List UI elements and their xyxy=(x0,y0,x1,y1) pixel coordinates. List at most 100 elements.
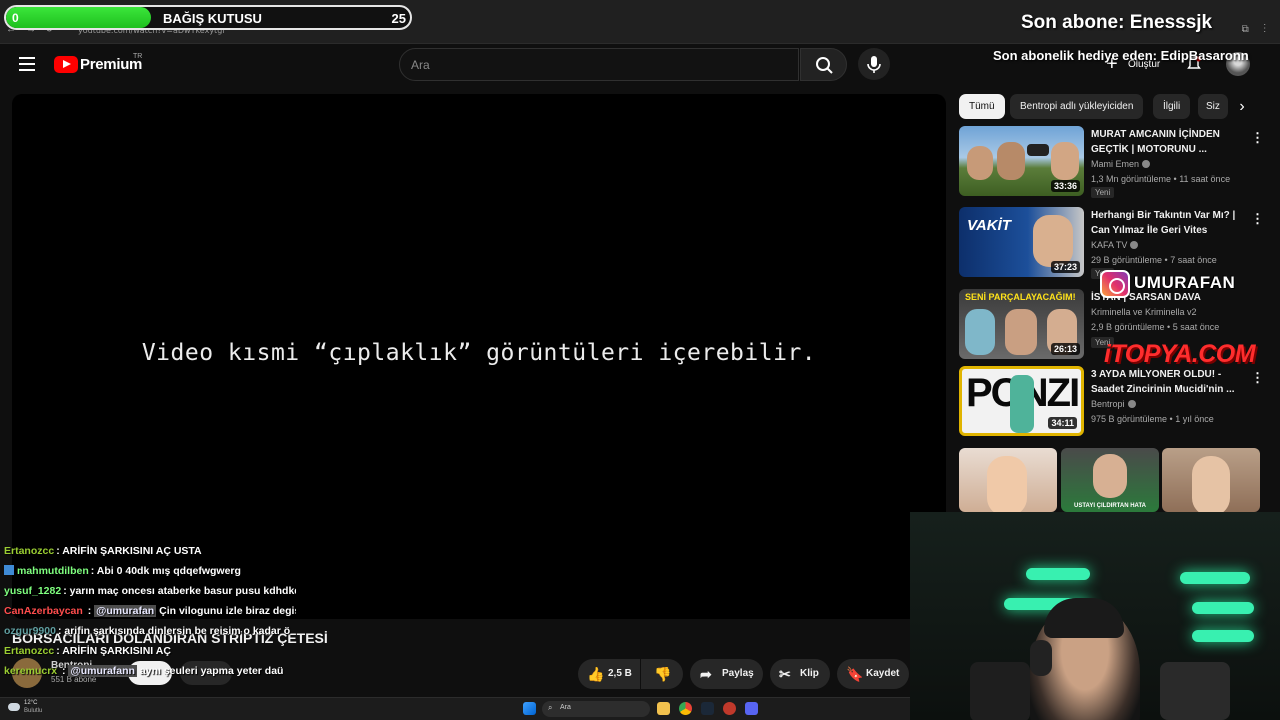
chat-username: keremucrx xyxy=(4,665,58,677)
thumbnail-text: VAKİT xyxy=(967,217,1011,234)
shorts-thumbnail[interactable] xyxy=(1162,448,1260,512)
bookmark-icon: 🔖 xyxy=(846,666,864,682)
more-options-icon[interactable]: ⋮ xyxy=(1251,370,1264,386)
recommendation-channel[interactable]: Kriminella ve Kriminella v2 xyxy=(1091,307,1197,317)
menu-icon[interactable] xyxy=(19,57,35,71)
donation-current: 0 xyxy=(12,11,19,25)
voice-search-button[interactable] xyxy=(858,48,890,80)
chat-badge-icon xyxy=(4,565,14,575)
taskbar-search-label: Ara xyxy=(560,704,571,711)
donation-progress-bar: 0 BAĞIŞ KUTUSU 25 xyxy=(4,5,412,30)
video-thumbnail[interactable]: 33:36 xyxy=(959,126,1084,196)
recommendation-channel[interactable]: KAFA TV xyxy=(1091,240,1139,250)
more-options-icon[interactable]: ⋮ xyxy=(1251,130,1264,146)
recommendation-item[interactable]: 33:36 MURAT AMCANIN İÇİNDEN GEÇTİK | MOT… xyxy=(959,126,1264,198)
chat-text: Çin vilogunu izle biraz degisil xyxy=(156,605,296,617)
chat-message: Ertanozcc: ARİFİN ŞARKISINI AÇ USTA xyxy=(4,544,296,564)
save-button[interactable]: 🔖 Kaydet xyxy=(837,659,909,689)
save-label: Kaydet xyxy=(866,668,900,679)
donation-progress-fill xyxy=(6,7,152,28)
recommendation-channel[interactable]: Bentropi xyxy=(1091,399,1136,409)
search-input[interactable]: Ara xyxy=(399,48,799,81)
instagram-icon xyxy=(1100,270,1130,298)
share-icon: ➦ xyxy=(700,666,712,682)
instagram-overlay: UMURAFAN xyxy=(1100,270,1260,298)
chat-text: : yarın maç oncesı ataberke basur pusu k… xyxy=(63,585,296,597)
more-options-icon[interactable]: ⋮ xyxy=(1251,211,1264,227)
video-duration: 34:11 xyxy=(1048,417,1077,429)
search-button[interactable] xyxy=(800,48,847,81)
chat-username: CanAzerbaycan xyxy=(4,605,83,617)
channel-name-text: KAFA TV xyxy=(1091,240,1128,250)
discord-icon[interactable] xyxy=(745,702,758,715)
share-label: Paylaş xyxy=(722,668,754,679)
video-thumbnail[interactable]: VAKİT 37:23 xyxy=(959,207,1084,277)
chat-message: keremucrx : @umurafann aynı şeuleri yapm… xyxy=(4,665,284,677)
thumbs-up-icon: 👍 xyxy=(587,666,605,682)
chat-message: CanAzerbaycan : @umurafan Çin vilogunu i… xyxy=(4,604,296,624)
verified-icon xyxy=(1142,160,1151,168)
video-thumbnail[interactable]: SENİ PARÇALAYACAĞIM! 26:13 xyxy=(959,289,1084,359)
recommendation-meta: 2,9 B görüntüleme • 5 saat önce xyxy=(1091,322,1220,332)
browser-extensions[interactable]: ⧉ ⋮ xyxy=(1242,24,1272,35)
last-subscriber-overlay: Son abone: Enesssjk xyxy=(1021,12,1213,33)
windows-start-icon[interactable] xyxy=(523,702,536,715)
recommendation-channel[interactable]: Mami Emen xyxy=(1091,159,1151,169)
like-button[interactable]: 👍 2,5 B xyxy=(578,659,640,689)
recommendation-title[interactable]: 3 AYDA MİLYONER OLDU! - Saadet Zincirini… xyxy=(1091,367,1241,397)
thumbs-down-icon: 👎 xyxy=(654,666,672,682)
headset xyxy=(1030,640,1052,676)
search-icon: ⌕ xyxy=(548,703,553,712)
region-code: TR xyxy=(133,53,143,60)
chat-username: Ertanozcc xyxy=(4,545,55,557)
stream-chat-overlay: Ertanozcc: ARİFİN ŞARKISINI AÇ USTA mahm… xyxy=(4,544,296,684)
video-duration: 37:23 xyxy=(1050,261,1080,273)
app-icon[interactable] xyxy=(723,702,736,715)
clip-label: Klip xyxy=(800,668,819,679)
search-icon xyxy=(816,57,833,74)
chip-you[interactable]: Siz xyxy=(1198,94,1228,119)
recommendation-item[interactable]: PONZI 34:11 3 AYDA MİLYONER OLDU! - Saad… xyxy=(959,366,1264,438)
dislike-button[interactable]: 👎 xyxy=(641,659,683,689)
weather-temperature: 12°C xyxy=(24,700,38,706)
shorts-caption: USTAYI ÇILDIRTAN HATA xyxy=(1074,503,1146,509)
verified-icon xyxy=(1130,241,1139,249)
recommendation-meta: 29 B görüntüleme • 7 saat önce xyxy=(1091,255,1217,265)
chip-all[interactable]: Tümü xyxy=(959,94,1005,119)
sponsor-logo: iTOPYA.COM xyxy=(1104,340,1256,368)
clip-button[interactable]: ✂ Klip xyxy=(770,659,830,689)
player-content-warning: Video kısmi “çıplaklık” görüntüleri içer… xyxy=(141,340,817,366)
recommendation-title[interactable]: MURAT AMCANIN İÇİNDEN GEÇTİK | MOTORUNU … xyxy=(1091,127,1241,157)
share-button[interactable]: ➦ Paylaş xyxy=(690,659,763,689)
recommendation-meta: 975 B görüntüleme • 1 yıl önce xyxy=(1091,414,1214,424)
taskbar-search[interactable]: ⌕ Ara xyxy=(542,701,650,717)
video-duration: 26:13 xyxy=(1050,343,1080,355)
chat-message: ozgur9900: arifin şarkısında dinlersin b… xyxy=(4,624,296,644)
donation-goal: 25 xyxy=(391,11,406,26)
video-player[interactable]: Video kısmi “çıplaklık” görüntüleri içer… xyxy=(12,94,946,619)
chat-username: yusuf_1282 xyxy=(4,585,62,597)
chat-username: Ertanozcc xyxy=(4,645,55,657)
donation-title: BAĞIŞ KUTUSU xyxy=(163,11,262,26)
recommendation-item[interactable]: VAKİT 37:23 Herhangi Bir Takıntın Var Mı… xyxy=(959,207,1264,279)
chrome-icon[interactable] xyxy=(679,702,692,715)
youtube-logo-icon[interactable] xyxy=(54,56,78,73)
shorts-thumbnail[interactable]: USTAYI ÇILDIRTAN HATA xyxy=(1061,448,1159,512)
chat-mention: @umurafan xyxy=(94,605,157,617)
file-explorer-icon[interactable] xyxy=(657,702,670,715)
chat-text: : Abi 0 40dk mış qdqefwgwerg xyxy=(90,565,241,577)
recommendation-title[interactable]: Herhangi Bir Takıntın Var Mı? | Can Yılm… xyxy=(1091,208,1241,238)
chat-message: yusuf_1282: yarın maç oncesı ataberke ba… xyxy=(4,584,296,604)
channel-name-text: Mami Emen xyxy=(1091,159,1140,169)
shorts-thumbnail[interactable] xyxy=(959,448,1057,512)
steam-icon[interactable] xyxy=(701,702,714,715)
chevron-right-icon[interactable]: › xyxy=(1232,97,1252,117)
chip-from-uploader[interactable]: Bentropi adlı yükleyiciden xyxy=(1010,94,1144,119)
chip-related[interactable]: İlgili xyxy=(1153,94,1191,119)
new-badge: Yeni xyxy=(1091,187,1115,198)
video-thumbnail[interactable]: PONZI 34:11 xyxy=(959,366,1084,436)
recommendation-meta: 1,3 Mn görüntüleme • 11 saat önce xyxy=(1091,174,1231,184)
thumbnail-text: SENİ PARÇALAYACAĞIM! xyxy=(965,292,1076,302)
windows-taskbar: 12°C Bulutlu ⌕ Ara xyxy=(0,697,910,720)
chat-text: : ARİFİN ŞARKISINI AÇ USTA xyxy=(56,545,202,557)
